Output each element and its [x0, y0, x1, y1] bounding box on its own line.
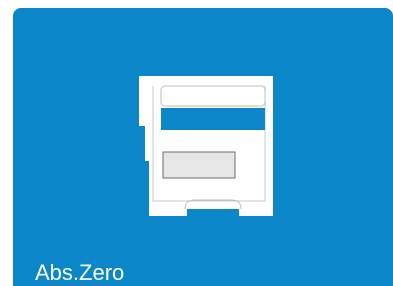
tile-label: Abs.Zero	[35, 260, 125, 285]
sd-card-slot-icon	[139, 76, 273, 216]
abs-zero-tile[interactable]: Abs.Zero	[13, 8, 393, 286]
